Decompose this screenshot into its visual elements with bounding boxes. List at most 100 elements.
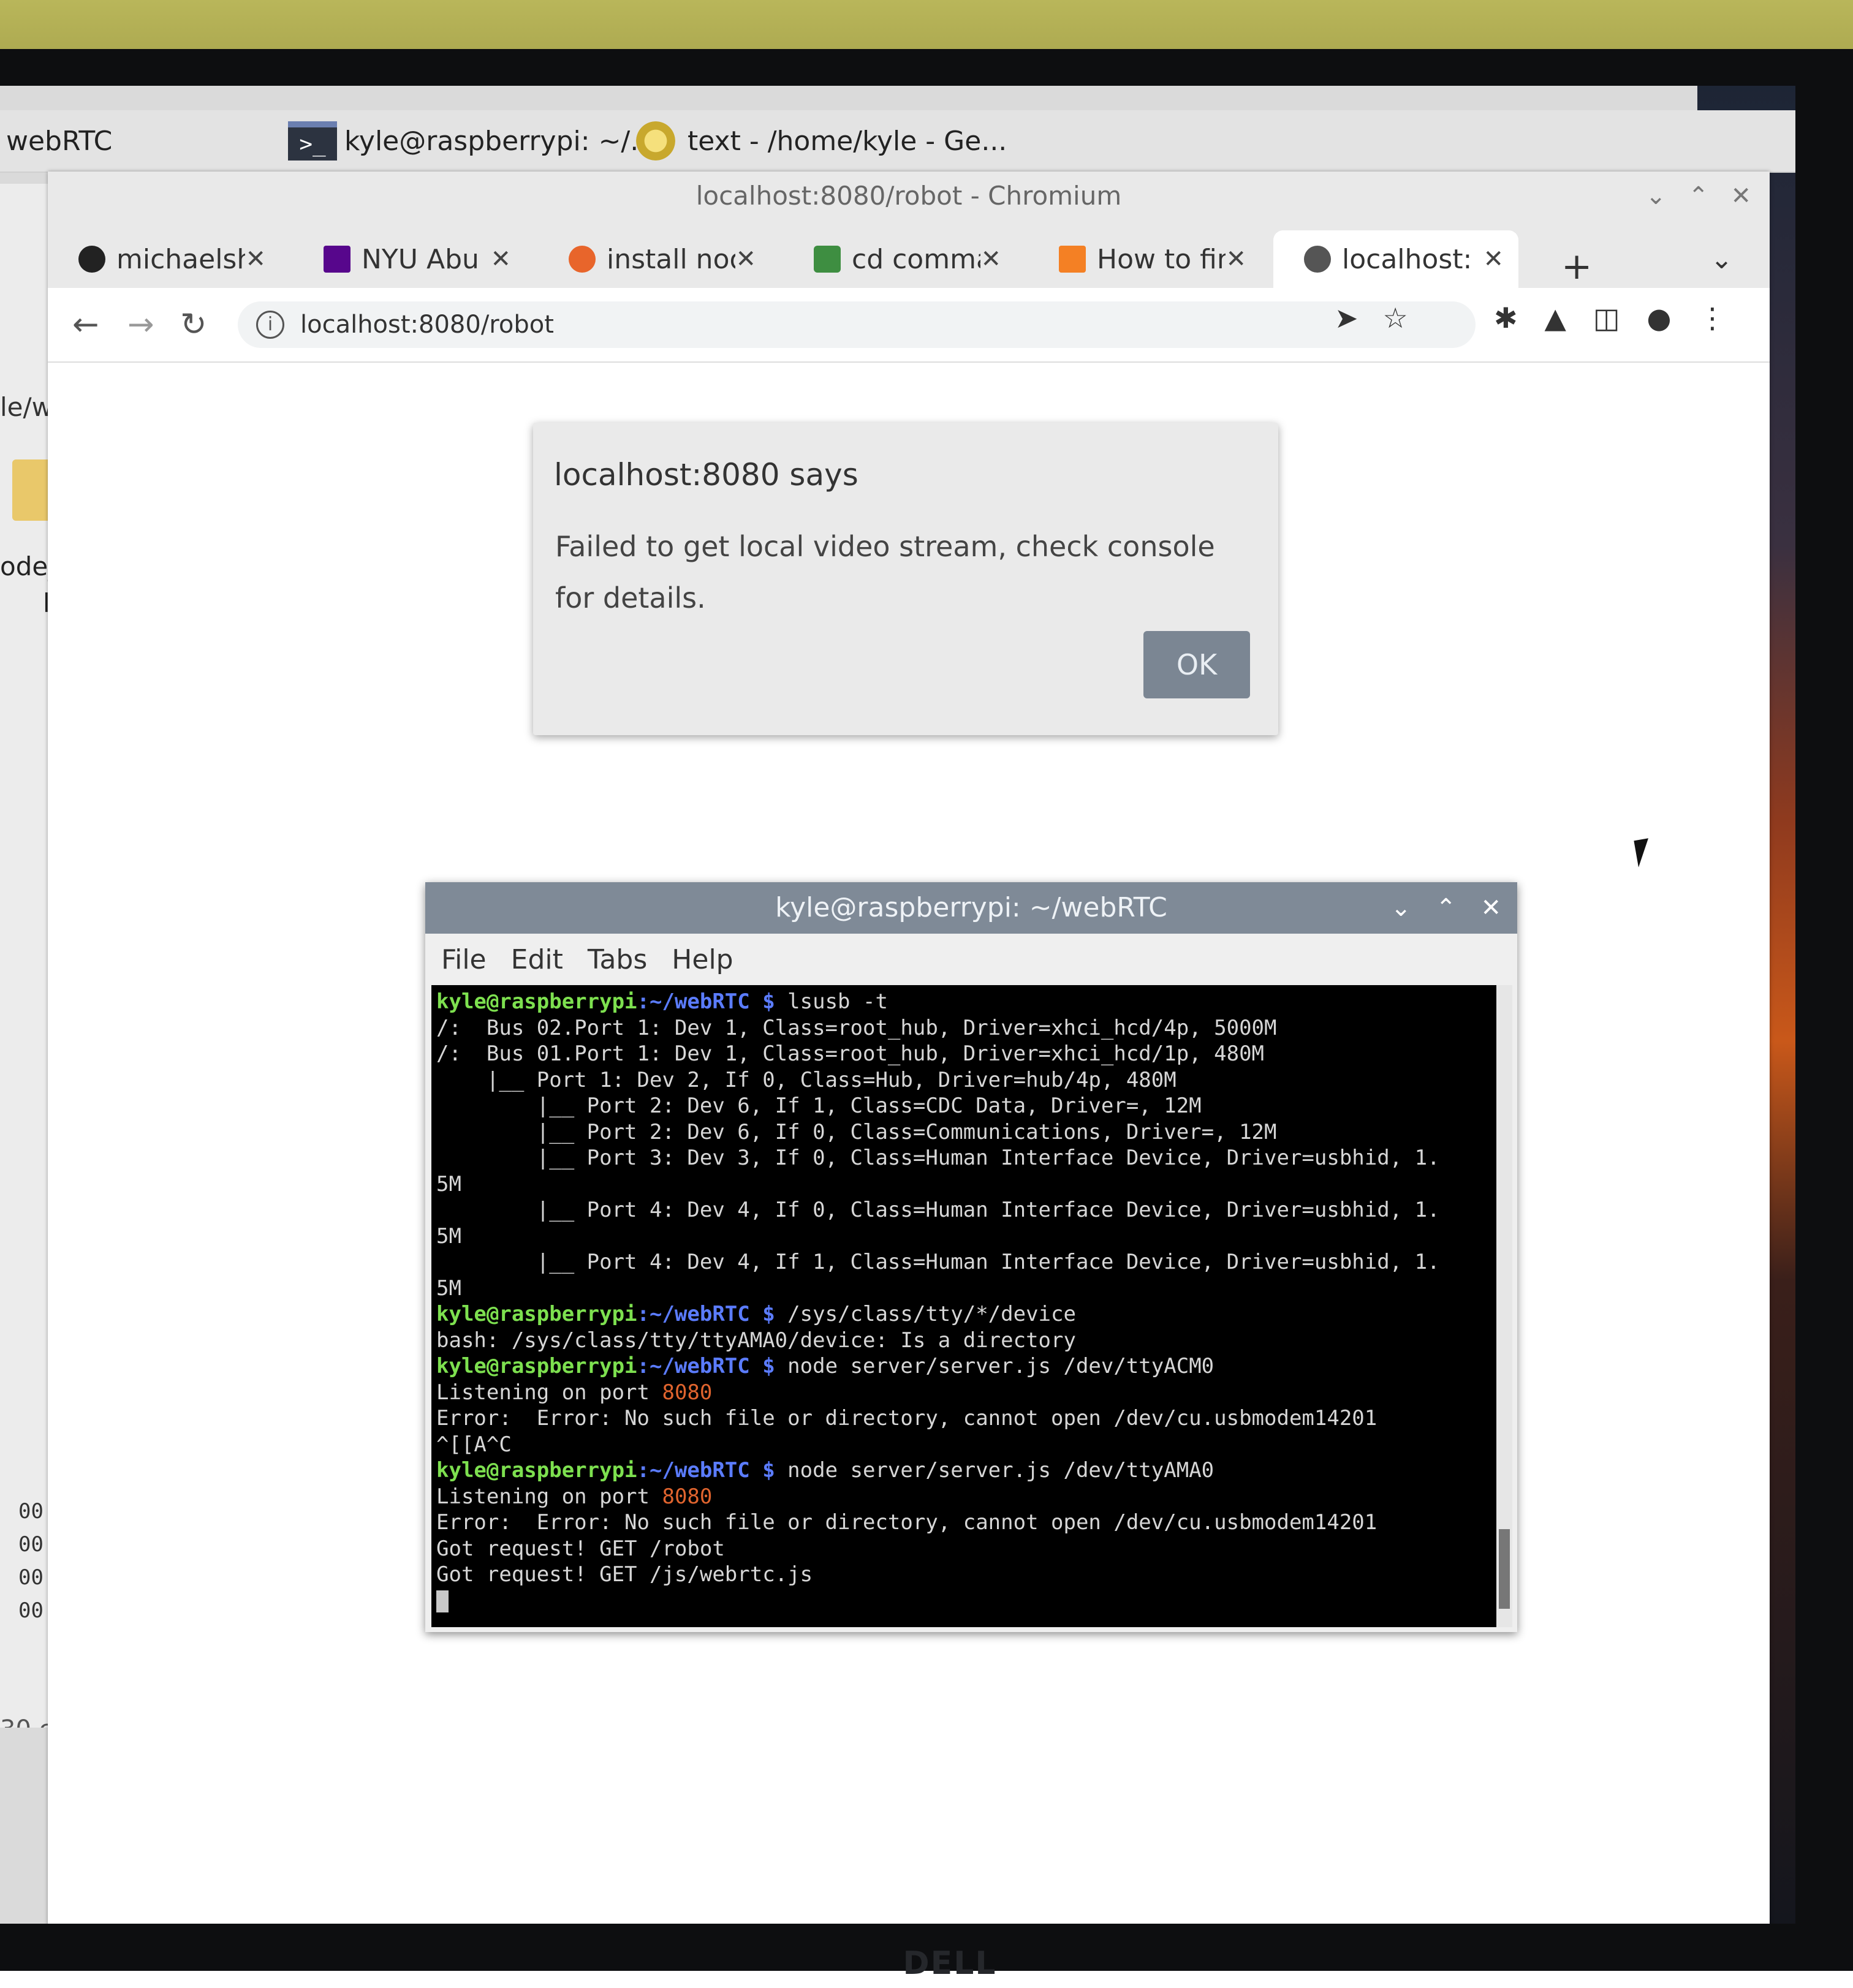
tab-title: How to find xyxy=(1097,243,1226,275)
terminal-line: 5M xyxy=(436,1276,461,1301)
terminal-input-line[interactable] xyxy=(436,1588,1491,1614)
terminal-line: |__ Port 2: Dev 6, If 1, Class=CDC Data,… xyxy=(436,1094,1202,1118)
prompt-path: :~/webRTC $ xyxy=(637,1302,775,1326)
reload-icon[interactable]: ↻ xyxy=(180,306,207,343)
profile-icon[interactable]: ● xyxy=(1646,301,1671,334)
prompt-user: kyle@raspberrypi xyxy=(436,1458,637,1483)
nyu-icon xyxy=(324,246,351,273)
screen: webRTC >_ kyle@raspberrypi: ~/... text -… xyxy=(0,86,1795,1924)
tab-install-node[interactable]: install node ✕ xyxy=(538,230,771,288)
terminal-title: kyle@raspberrypi: ~/webRTC xyxy=(425,882,1517,934)
terminal-line: ^[[A^C xyxy=(436,1432,512,1457)
close-tab-icon[interactable]: ✕ xyxy=(980,245,1001,273)
close-tab-icon[interactable]: ✕ xyxy=(735,245,756,273)
tab-cd-command[interactable]: cd comma ✕ xyxy=(783,230,1016,288)
terminal-line: Error: Error: No such file or directory,… xyxy=(436,1406,1377,1431)
side-panel-icon[interactable]: ◫ xyxy=(1593,301,1620,334)
menu-edit[interactable]: Edit xyxy=(511,944,563,975)
window-title: localhost:8080/robot - Chromium xyxy=(48,172,1770,221)
terminal-line: /: Bus 02.Port 1: Dev 1, Class=root_hub,… xyxy=(436,1015,1277,1040)
prompt-user: kyle@raspberrypi xyxy=(436,989,637,1014)
monitor-logo: DELL xyxy=(903,1945,997,1982)
taskbar-item-terminal[interactable]: >_ kyle@raspberrypi: ~/... xyxy=(288,116,656,165)
maximize-icon[interactable]: ⌃ xyxy=(1688,182,1709,210)
close-tab-icon[interactable]: ✕ xyxy=(1226,245,1246,273)
tab-title: NYU Abu D xyxy=(362,243,490,275)
toolbar-actions: ✱ ▲ ◫ ● ⋮ xyxy=(1494,301,1727,334)
terminal-scrollbar[interactable] xyxy=(1496,985,1512,1627)
menu-tabs[interactable]: Tabs xyxy=(588,944,647,975)
terminal-line: kyle@raspberrypi:~/webRTC $ node server/… xyxy=(436,1457,1491,1484)
back-icon[interactable]: ← xyxy=(72,306,99,343)
taskbar-item-label: text - /home/kyle - Ge... xyxy=(688,125,1007,157)
menu-help[interactable]: Help xyxy=(672,944,733,975)
terminal-icon: >_ xyxy=(288,121,337,161)
terminal-line: 5M xyxy=(436,1223,461,1249)
menu-kebab-icon[interactable]: ⋮ xyxy=(1699,301,1727,334)
ok-button[interactable]: OK xyxy=(1143,631,1250,698)
minimize-icon[interactable]: ⌄ xyxy=(1645,182,1666,210)
alert-message: Failed to get local video stream, check … xyxy=(555,530,1215,614)
send-icon[interactable]: ➤ xyxy=(1335,301,1358,334)
prompt-path: :~/webRTC $ xyxy=(637,989,775,1014)
extensions-icon[interactable]: ✱ xyxy=(1494,301,1518,334)
url-text[interactable]: localhost:8080/robot xyxy=(300,311,554,339)
command-text: lsusb -t xyxy=(775,989,888,1014)
command-text: node server/server.js /dev/ttyAMA0 xyxy=(775,1458,1214,1483)
tab-strip: michaelshi ✕ NYU Abu D ✕ install node ✕ … xyxy=(48,221,1770,288)
alert-title: localhost:8080 says xyxy=(554,457,858,493)
terminal-line: kyle@raspberrypi:~/webRTC $ node server/… xyxy=(436,1353,1491,1380)
terminal-line: bash: /sys/class/tty/ttyAMA0/device: Is … xyxy=(436,1328,1076,1353)
bookmark-star-icon[interactable]: ☆ xyxy=(1383,301,1408,334)
close-icon[interactable]: ✕ xyxy=(1730,182,1751,210)
terminal-line: /: Bus 01.Port 1: Dev 1, Class=root_hub,… xyxy=(436,1041,1265,1066)
github-icon xyxy=(78,246,105,273)
labs-flask-icon[interactable]: ▲ xyxy=(1545,301,1566,334)
terminal-line: kyle@raspberrypi:~/webRTC $ /sys/class/t… xyxy=(436,1301,1491,1328)
site-icon xyxy=(569,246,596,273)
terminal-menubar: File Edit Tabs Help xyxy=(425,934,1517,985)
command-text: /sys/class/tty/*/device xyxy=(775,1302,1076,1326)
forward-icon[interactable]: → xyxy=(127,306,154,343)
tab-search-icon[interactable]: ⌄ xyxy=(1710,244,1733,275)
terminal-window: kyle@raspberrypi: ~/webRTC ⌄ ⌃ ✕ File Ed… xyxy=(425,882,1517,1632)
terminal-line: |__ Port 4: Dev 4, If 0, Class=Human Int… xyxy=(436,1198,1440,1222)
tab-github[interactable]: michaelshi ✕ xyxy=(48,230,281,288)
site-icon xyxy=(814,246,841,273)
new-tab-button[interactable]: + xyxy=(1561,245,1592,288)
prompt-user: kyle@raspberrypi xyxy=(436,1354,637,1378)
prompt-user: kyle@raspberrypi xyxy=(436,1302,637,1326)
tab-nyu[interactable]: NYU Abu D ✕ xyxy=(293,230,526,288)
close-tab-icon[interactable]: ✕ xyxy=(245,245,266,273)
close-icon[interactable]: ✕ xyxy=(1480,894,1501,922)
tab-title: install node xyxy=(607,243,735,275)
menu-file[interactable]: File xyxy=(441,944,487,975)
site-info-icon[interactable]: i xyxy=(256,311,284,339)
port-number: 8080 xyxy=(662,1380,713,1405)
tab-localhost[interactable]: localhost:8 ✕ xyxy=(1273,230,1518,288)
terminal-line: |__ Port 1: Dev 2, If 0, Class=Hub, Driv… xyxy=(436,1067,1177,1092)
maximize-icon[interactable]: ⌃ xyxy=(1436,894,1457,922)
prompt-path: :~/webRTC $ xyxy=(637,1354,775,1378)
stackoverflow-icon xyxy=(1059,246,1086,273)
terminal-output[interactable]: kyle@raspberrypi:~/webRTC $ lsusb -t/: B… xyxy=(431,985,1496,1627)
terminal-line: Listening on port 8080 xyxy=(436,1484,1491,1510)
address-bar[interactable]: i localhost:8080/robot xyxy=(238,301,1476,348)
terminal-line: kyle@raspberrypi:~/webRTC $ lsusb -t xyxy=(436,989,1491,1015)
close-tab-icon[interactable]: ✕ xyxy=(490,245,511,273)
file-manager-path[interactable]: le/w xyxy=(0,392,53,422)
window-controls: ⌄ ⌃ ✕ xyxy=(1645,172,1751,221)
close-tab-icon[interactable]: ✕ xyxy=(1483,245,1504,273)
terminal-window-controls: ⌄ ⌃ ✕ xyxy=(1390,882,1501,934)
tab-how-to-find[interactable]: How to find ✕ xyxy=(1028,230,1261,288)
taskbar-item-label: webRTC xyxy=(6,125,113,157)
terminal-line: |__ Port 3: Dev 3, If 0, Class=Human Int… xyxy=(436,1146,1440,1170)
command-text: node server/server.js /dev/ttyACM0 xyxy=(775,1354,1214,1378)
scrollbar-thumb[interactable] xyxy=(1499,1529,1510,1609)
taskbar: webRTC >_ kyle@raspberrypi: ~/... text -… xyxy=(0,110,1795,173)
minimize-icon[interactable]: ⌄ xyxy=(1390,894,1411,922)
taskbar-item-geany[interactable]: text - /home/kyle - Ge... xyxy=(631,116,1007,165)
terminal-line: 5M xyxy=(436,1171,461,1196)
terminal-line: Listening on port 8080 xyxy=(436,1380,1491,1406)
taskbar-item-webrtc[interactable]: webRTC xyxy=(6,116,112,165)
